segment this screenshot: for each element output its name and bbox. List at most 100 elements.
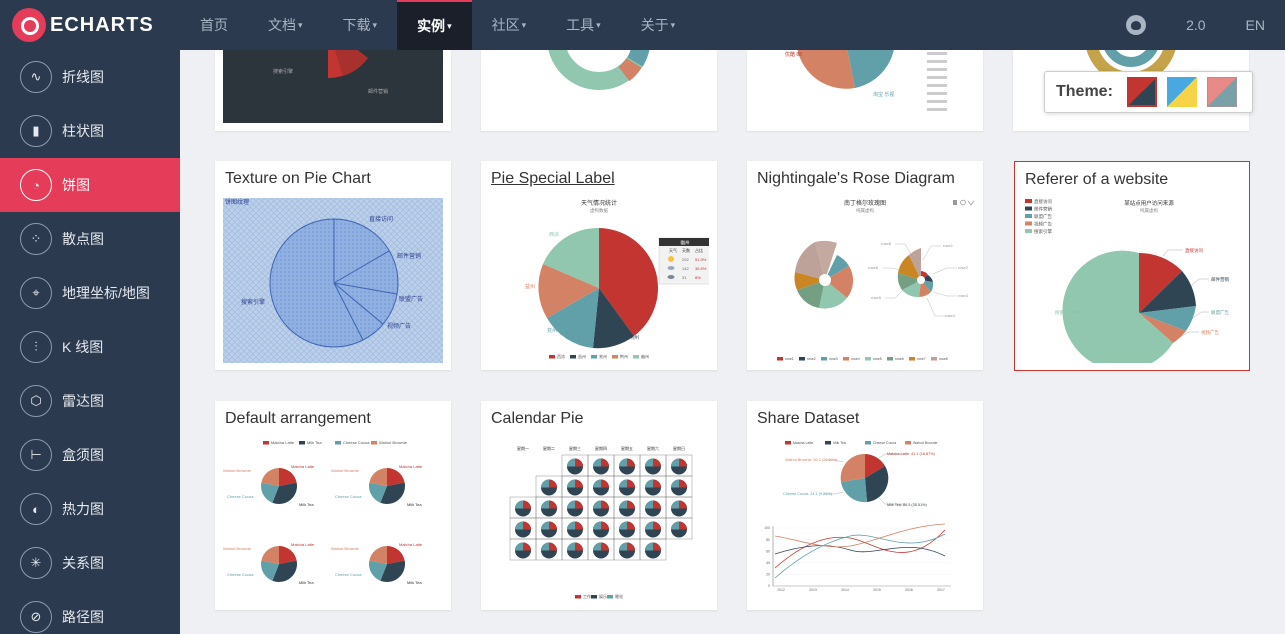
thumb-subtitle: 纯属虚构 bbox=[856, 207, 874, 214]
sidebar-item-7[interactable]: ⊢ 盒须图 bbox=[0, 428, 180, 482]
legend: rose1 rose2 rose3 rose4 rose5 rose6 rose7 rose8 bbox=[777, 357, 948, 361]
nav-item-2[interactable]: 下载 ▾ bbox=[323, 0, 398, 50]
nav-item-6[interactable]: 关于 ▾ bbox=[621, 0, 696, 50]
language-switch[interactable]: EN bbox=[1226, 0, 1285, 50]
card-title[interactable]: Pie Special Label bbox=[481, 161, 717, 197]
legend-item[interactable]: Milk Tea bbox=[833, 441, 846, 445]
legend-item[interactable]: Walnut Brownie bbox=[913, 441, 937, 445]
sidebar-item-label: 热力图 bbox=[62, 501, 104, 517]
card-title[interactable]: Calendar Pie bbox=[481, 401, 717, 437]
theme-swatch-dark[interactable] bbox=[1206, 77, 1237, 107]
tick-label: 2014 bbox=[841, 588, 849, 592]
slice-label: Walnut Brownie bbox=[223, 468, 252, 473]
legend-marker bbox=[591, 595, 597, 599]
legend-item[interactable]: 兖州 bbox=[599, 353, 607, 359]
echarts-logo[interactable]: ECHARTS bbox=[0, 0, 180, 50]
pie-slice bbox=[653, 458, 661, 467]
nav-item-4[interactable]: 社区 ▾ bbox=[472, 0, 547, 50]
nav-item-1[interactable]: 文档 ▾ bbox=[248, 0, 323, 50]
legend-item[interactable]: 西凉 bbox=[557, 353, 565, 359]
svg-text:rose6: rose6 bbox=[868, 265, 879, 270]
legend-item[interactable]: rose4 bbox=[851, 357, 860, 361]
gallery-card[interactable]: Default arrangement Matcha Latte Milk Tea… bbox=[215, 401, 451, 610]
thumb-title: 天气情况统计 bbox=[581, 199, 617, 207]
gallery-card[interactable]: Calendar Pie 星期一 星期二 星期三 星期四 星期五 星期六 星期日 工作 娱乐 睡… bbox=[481, 401, 717, 610]
card-title[interactable]: Nightingale's Rose Diagram bbox=[747, 161, 983, 197]
legend-item[interactable]: 工作 bbox=[583, 593, 591, 599]
weekday-label: 星期五 bbox=[621, 445, 633, 451]
sidebar-item-9[interactable]: ✳ 关系图 bbox=[0, 536, 180, 590]
sidebar-item-8[interactable]: ◐ 热力图 bbox=[0, 482, 180, 536]
sidebar-item-6[interactable]: ⬡ 雷达图 bbox=[0, 374, 180, 428]
legend-item[interactable]: 幽州 bbox=[641, 353, 649, 359]
gallery-card[interactable]: Share Dataset Matcha Latte Milk Tea Cheese… bbox=[747, 401, 983, 610]
card-title[interactable]: Default arrangement bbox=[215, 401, 451, 437]
sidebar-item-3[interactable]: ⁘ 散点图 bbox=[0, 212, 180, 266]
nav-item-label: 实例 bbox=[417, 18, 446, 34]
pie-slice bbox=[541, 542, 549, 551]
legend-marker bbox=[1025, 214, 1032, 218]
legend-item[interactable]: rose5 bbox=[873, 357, 882, 361]
legend-item[interactable]: rose2 bbox=[807, 357, 816, 361]
sidebar-item-label: 地理坐标/地图 bbox=[62, 285, 150, 301]
pie-slice bbox=[671, 500, 679, 509]
card-title[interactable]: Texture on Pie Chart bbox=[215, 161, 451, 197]
card-title[interactable]: Referer of a website bbox=[1015, 162, 1249, 198]
gallery-card-top-3[interactable]: 优酷 88 淘宝 乐视 bbox=[747, 50, 983, 131]
legend-item[interactable]: 娱乐 bbox=[599, 593, 607, 599]
theme-swatch-default[interactable] bbox=[1126, 77, 1157, 107]
gallery-card[interactable]: Texture on Pie Chart 饼图纹理 直接访问 邮件营销 联盟广告… bbox=[215, 161, 451, 370]
legend-marker bbox=[1025, 221, 1032, 226]
tick-label: 20 bbox=[766, 573, 770, 577]
legend-item[interactable]: 联盟广告 bbox=[1034, 213, 1052, 220]
pie-slice bbox=[593, 479, 601, 488]
legend-item[interactable]: Cheese Cocoa bbox=[343, 440, 370, 445]
card-title[interactable]: Share Dataset bbox=[747, 401, 983, 437]
legend-item[interactable]: 睡觉 bbox=[615, 593, 623, 599]
legend-item[interactable]: Milk Tea bbox=[307, 440, 322, 445]
legend-marker bbox=[612, 355, 618, 359]
gallery-card[interactable]: Nightingale's Rose Diagram 南丁格尔玫瑰图 纯属虚构 bbox=[747, 161, 983, 370]
toolbox[interactable] bbox=[953, 199, 975, 206]
legend-marker bbox=[299, 441, 305, 445]
sidebar-item-0[interactable]: ∿ 折线图 bbox=[0, 50, 180, 104]
legend-marker bbox=[263, 441, 269, 445]
gallery-card[interactable]: Referer of a website 某站点用户访问来源 纯属虚构 直接访问… bbox=[1014, 161, 1250, 371]
nav-item-0[interactable]: 首页 bbox=[180, 0, 248, 50]
legend-item[interactable]: 荆州 bbox=[620, 353, 628, 359]
github-link[interactable] bbox=[1106, 0, 1166, 50]
gallery-card[interactable]: Pie Special Label 天气情况统计 虚构数据 西凉 益州 兖州 荆… bbox=[481, 161, 717, 370]
sidebar-item-10[interactable]: ⊘ 路径图 bbox=[0, 590, 180, 634]
nav-item-5[interactable]: 工具 ▾ bbox=[546, 0, 621, 50]
pie-slice bbox=[541, 500, 549, 509]
sidebar-item-2[interactable]: ◔ 饼图 bbox=[0, 158, 180, 212]
legend-item[interactable]: 视频广告 bbox=[1034, 221, 1052, 228]
legend-item[interactable]: 搜索引擎 bbox=[1034, 228, 1052, 235]
legend-item[interactable]: Cheese Cocoa bbox=[873, 441, 896, 445]
sidebar-item-label: 盒须图 bbox=[62, 447, 104, 463]
legend-item[interactable]: rose8 bbox=[939, 357, 948, 361]
slice-label: Walnut Brownie bbox=[331, 546, 360, 551]
legend-item[interactable]: rose1 bbox=[785, 357, 794, 361]
legend-item[interactable]: 邮件营销 bbox=[1034, 206, 1052, 213]
gallery-card-top-2[interactable] bbox=[481, 50, 717, 131]
pie-slice bbox=[653, 542, 661, 551]
theme-swatch-light[interactable] bbox=[1166, 77, 1197, 107]
sidebar-item-4[interactable]: ⌖ 地理坐标/地图 bbox=[0, 266, 180, 320]
legend-item[interactable]: 直接访问 bbox=[1034, 198, 1052, 205]
gallery-card-top-1[interactable]: 搜索引擎 邮件营销 bbox=[215, 50, 451, 131]
legend-item[interactable]: rose7 bbox=[917, 357, 926, 361]
legend-item[interactable]: Matcha Latte bbox=[271, 440, 295, 445]
legend-item[interactable]: Walnut Brownie bbox=[379, 440, 408, 445]
version-link[interactable]: 2.0 bbox=[1166, 0, 1225, 50]
sidebar-item-label: 折线图 bbox=[62, 69, 104, 85]
legend-item[interactable]: 益州 bbox=[578, 353, 586, 359]
legend-item[interactable]: Matcha Latte bbox=[793, 441, 813, 445]
table-col: 占比 bbox=[695, 247, 703, 253]
legend-marker bbox=[843, 357, 849, 361]
legend-item[interactable]: rose3 bbox=[829, 357, 838, 361]
sidebar-item-5[interactable]: ⫶ K 线图 bbox=[0, 320, 180, 374]
nav-item-3[interactable]: 实例 ▾ bbox=[397, 0, 472, 50]
sidebar-item-1[interactable]: ▮ 柱状图 bbox=[0, 104, 180, 158]
legend-item[interactable]: rose6 bbox=[895, 357, 904, 361]
